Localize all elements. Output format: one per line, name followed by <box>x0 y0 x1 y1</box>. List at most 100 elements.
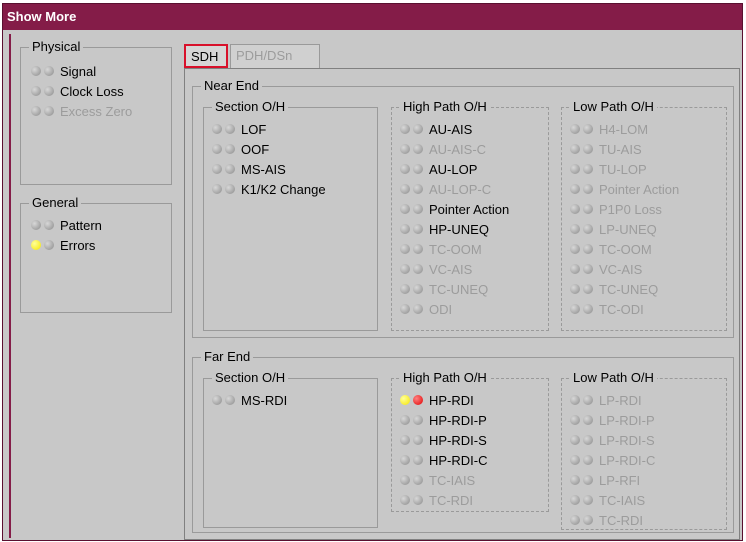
indicator-row: HP-RDI <box>400 391 474 409</box>
history-led-icon <box>570 415 580 425</box>
current-led-icon <box>583 144 593 154</box>
indicator-label: MS-AIS <box>241 161 286 177</box>
history-led-icon <box>570 495 580 505</box>
history-led-icon <box>400 244 410 254</box>
indicator-row: LP-RDI <box>570 391 642 409</box>
indicator-label: LP-RDI-P <box>599 412 655 428</box>
history-led-icon <box>212 395 222 405</box>
general-group: General Pattern Errors <box>20 196 172 313</box>
indicator-row: K1/K2 Change <box>212 180 326 198</box>
indicator-row: AU-LOP <box>400 160 477 178</box>
current-led-icon <box>413 395 423 405</box>
indicator-row: AU-LOP-C <box>400 180 491 198</box>
indicator-row: OOF <box>212 140 269 158</box>
indicator-label: TC-OOM <box>429 241 482 257</box>
current-led-icon <box>583 264 593 274</box>
left-accent-line <box>9 34 11 538</box>
history-led-icon <box>400 435 410 445</box>
indicator-label: TU-LOP <box>599 161 647 177</box>
indicator-label: Errors <box>60 237 96 253</box>
history-led-icon <box>400 304 410 314</box>
indicator-label: LP-RDI <box>599 392 642 408</box>
indicator-row: TC-OOM <box>570 240 652 258</box>
indicator-row: LP-RDI-C <box>570 451 655 469</box>
indicator-label: TC-RDI <box>599 512 644 528</box>
indicator-row: TU-AIS <box>570 140 642 158</box>
history-led-icon <box>400 124 410 134</box>
indicator-label: AU-LOP-C <box>429 181 492 197</box>
indicator-label: AU-AIS <box>429 121 473 137</box>
indicator-label: LP-RDI-S <box>599 432 655 448</box>
tab-sdh[interactable]: SDH <box>184 44 228 68</box>
history-led-icon <box>400 475 410 485</box>
far-low-path-group: Low Path O/H LP-RDI LP-RDI-P LP-RDI-S LP-RD… <box>561 371 727 530</box>
history-led-icon <box>570 224 580 234</box>
indicator-label: HP-UNEQ <box>429 221 489 237</box>
near-end-group: Near End Section O/H LOF OOF MS-AIS K1/K2 C… <box>192 79 734 338</box>
current-led-icon <box>583 304 593 314</box>
indicator-label: Pattern <box>60 217 102 233</box>
current-led-icon <box>413 204 423 214</box>
near-low-path-legend: Low Path O/H <box>570 100 657 114</box>
indicator-label: HP-RDI <box>429 392 474 408</box>
indicator-row: TC-OOM <box>400 240 482 258</box>
history-led-icon <box>212 184 222 194</box>
current-led-icon <box>413 164 423 174</box>
indicator-label: OOF <box>241 141 270 157</box>
indicator-label: TC-IAIS <box>599 492 646 508</box>
indicator-row: LP-RFI <box>570 471 640 489</box>
current-led-icon <box>413 455 423 465</box>
history-led-icon <box>212 164 222 174</box>
indicator-row: AU-AIS-C <box>400 140 486 158</box>
indicator-label: TC-RDI <box>429 492 474 508</box>
history-led-icon <box>400 204 410 214</box>
history-led-icon <box>570 304 580 314</box>
current-led-icon <box>44 106 54 116</box>
indicator-label: Pointer Action <box>599 181 680 197</box>
indicator-row: Clock Loss <box>31 82 124 100</box>
indicator-label: P1P0 Loss <box>599 201 662 217</box>
current-led-icon <box>413 224 423 234</box>
current-led-icon <box>583 164 593 174</box>
far-section-oh-group: Section O/H MS-RDI <box>203 371 378 528</box>
history-led-icon <box>400 284 410 294</box>
current-led-icon <box>413 144 423 154</box>
indicator-label: LP-UNEQ <box>599 221 657 237</box>
history-led-icon <box>570 284 580 294</box>
history-led-icon <box>570 515 580 525</box>
current-led-icon <box>225 395 235 405</box>
history-led-icon <box>400 144 410 154</box>
history-led-icon <box>31 106 41 116</box>
far-high-path-legend: High Path O/H <box>400 371 490 385</box>
current-led-icon <box>44 240 54 250</box>
tab-pdh-dsn[interactable]: PDH/DSn <box>230 44 320 68</box>
indicator-row: HP-RDI-C <box>400 451 488 469</box>
history-led-icon <box>31 240 41 250</box>
current-led-icon <box>413 435 423 445</box>
indicator-label: TC-IAIS <box>429 472 476 488</box>
physical-group: Physical Signal Clock Loss Excess Zero <box>20 40 172 185</box>
near-section-oh-group: Section O/H LOF OOF MS-AIS K1/K2 Change <box>203 100 378 331</box>
current-led-icon <box>583 395 593 405</box>
general-legend: General <box>29 196 82 210</box>
near-low-path-group: Low Path O/H H4-LOM TU-AIS TU-LOP Pointer A… <box>561 100 727 331</box>
current-led-icon <box>225 164 235 174</box>
history-led-icon <box>31 220 41 230</box>
indicator-row: P1P0 Loss <box>570 200 662 218</box>
indicator-row: Excess Zero <box>31 102 132 120</box>
current-led-icon <box>583 184 593 194</box>
current-led-icon <box>413 415 423 425</box>
current-led-icon <box>583 455 593 465</box>
current-led-icon <box>413 475 423 485</box>
current-led-icon <box>225 184 235 194</box>
history-led-icon <box>31 66 41 76</box>
indicator-row: Pattern <box>31 216 102 234</box>
indicator-row: TC-UNEQ <box>400 280 488 298</box>
history-led-icon <box>400 455 410 465</box>
current-led-icon <box>413 304 423 314</box>
near-end-legend: Near End <box>201 79 262 93</box>
indicator-row: HP-RDI-S <box>400 431 487 449</box>
sdh-tab-content: Near End Section O/H LOF OOF MS-AIS K1/K2 C… <box>184 68 740 540</box>
history-led-icon <box>570 204 580 214</box>
indicator-label: HP-RDI-S <box>429 432 487 448</box>
